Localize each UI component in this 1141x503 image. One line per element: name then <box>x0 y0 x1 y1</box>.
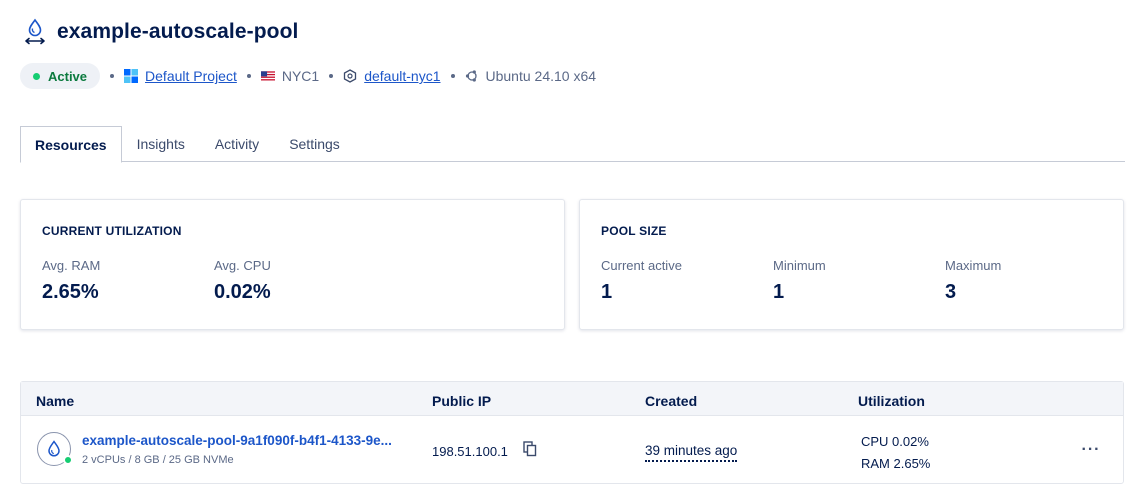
created-time: 39 minutes ago <box>645 443 738 462</box>
tab-activity[interactable]: Activity <box>200 126 274 162</box>
status-label: Active <box>48 68 88 84</box>
stat-label: Minimum <box>773 258 826 273</box>
status-dot <box>33 72 40 80</box>
tab-insights[interactable]: Insights <box>122 126 200 162</box>
copy-icon[interactable] <box>523 441 537 457</box>
tab-settings[interactable]: Settings <box>274 126 355 162</box>
current-active-stat: Current active 1 <box>601 258 682 304</box>
resources-table: Name Public IP Created Utilization examp… <box>20 381 1124 484</box>
tab-resources[interactable]: Resources <box>20 126 122 163</box>
column-header-public-ip: Public IP <box>432 393 492 409</box>
stat-value: 1 <box>601 281 613 303</box>
page-title: example-autoscale-pool <box>57 20 299 43</box>
resource-meta: Active Default Project NYC1 default-nyc1… <box>20 63 596 89</box>
minimum-stat: Minimum 1 <box>773 258 826 304</box>
vpc-item: default-nyc1 <box>343 68 441 84</box>
us-flag-icon <box>260 69 275 83</box>
stat-label: Maximum <box>945 258 1002 273</box>
more-options-icon[interactable]: ··· <box>1081 440 1101 460</box>
stat-label: Avg. RAM <box>42 258 101 273</box>
page-header: example-autoscale-pool <box>22 18 298 46</box>
autoscale-pool-icon <box>22 18 48 46</box>
project-item: Default Project <box>124 68 237 84</box>
region-label: NYC1 <box>281 68 320 84</box>
stat-value: 3 <box>945 281 957 303</box>
droplet-name-link[interactable]: example-autoscale-pool-9a1f090f-b4f1-413… <box>82 433 392 448</box>
droplet-status-dot <box>63 455 73 465</box>
separator-dot <box>329 74 334 78</box>
table-row: example-autoscale-pool-9a1f090f-b4f1-413… <box>21 416 1123 484</box>
column-header-utilization: Utilization <box>858 393 925 409</box>
status-badge: Active <box>20 63 101 89</box>
stat-label: Avg. CPU <box>214 258 271 273</box>
image-item: Ubuntu 24.10 x64 <box>465 68 597 84</box>
column-header-name: Name <box>36 393 75 409</box>
separator-dot <box>110 74 115 78</box>
vpc-link[interactable]: default-nyc1 <box>364 68 440 84</box>
pool-size-card: POOL SIZE Current active 1 Minimum 1 Max… <box>579 199 1124 330</box>
maximum-stat: Maximum 3 <box>945 258 1001 304</box>
avg-cpu-stat: Avg. CPU 0.02% <box>214 258 271 304</box>
table-header: Name Public IP Created Utilization <box>21 382 1123 416</box>
stat-value: 2.65% <box>42 281 99 303</box>
vpc-network-icon <box>343 69 357 83</box>
public-ip: 198.51.100.1 <box>432 444 508 459</box>
tab-bar: Resources Insights Activity Settings <box>20 126 1125 163</box>
droplet-specs: 2 vCPUs / 8 GB / 25 GB NVMe <box>82 454 234 466</box>
column-header-created: Created <box>645 393 698 409</box>
card-title: POOL SIZE <box>601 224 667 238</box>
avg-ram-stat: Avg. RAM 2.65% <box>42 258 100 304</box>
separator-dot <box>450 74 455 78</box>
project-icon <box>124 69 139 83</box>
stat-value: 1 <box>773 281 785 303</box>
image-label: Ubuntu 24.10 x64 <box>485 68 597 84</box>
utilization-ram: RAM 2.65% <box>861 456 931 471</box>
card-title: CURRENT UTILIZATION <box>42 224 182 238</box>
separator-dot <box>246 74 251 78</box>
stat-value: 0.02% <box>214 281 271 303</box>
current-utilization-card: CURRENT UTILIZATION Avg. RAM 2.65% Avg. … <box>20 199 565 330</box>
project-link[interactable]: Default Project <box>145 68 237 84</box>
stat-label: Current active <box>601 258 682 273</box>
utilization-cpu: CPU 0.02% <box>861 434 929 449</box>
ubuntu-icon <box>465 69 479 83</box>
region-item: NYC1 <box>260 68 320 84</box>
